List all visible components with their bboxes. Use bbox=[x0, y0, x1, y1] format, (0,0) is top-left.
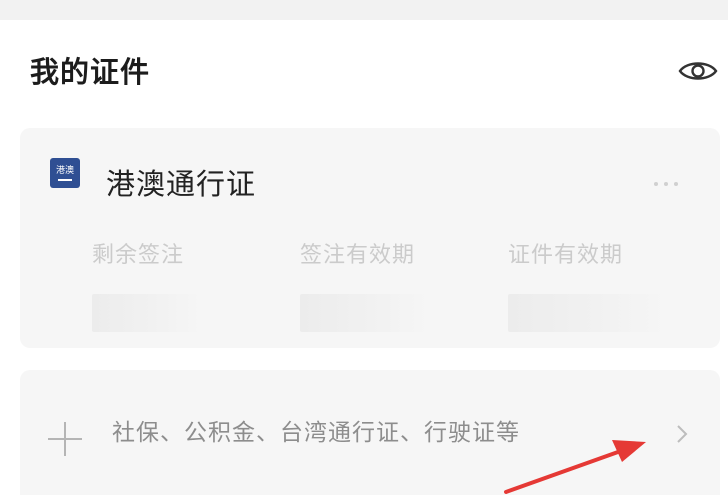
visibility-toggle-button[interactable] bbox=[676, 54, 720, 88]
masked-value bbox=[92, 294, 202, 332]
field-document-validity: 证件有效期 bbox=[508, 242, 708, 332]
masked-value bbox=[300, 294, 430, 332]
add-document-label: 社保、公积金、台湾通行证、行驶证等 bbox=[112, 420, 520, 446]
field-label: 签注有效期 bbox=[300, 243, 416, 268]
chevron-right-icon bbox=[672, 422, 692, 446]
field-label: 证件有效期 bbox=[508, 243, 624, 268]
more-options-button[interactable] bbox=[642, 174, 690, 194]
hk-macau-pass-card[interactable]: 港澳 港澳通行证 剩余签注 签注有效期 证件有效期 bbox=[20, 128, 720, 348]
top-strip bbox=[0, 0, 728, 20]
field-label: 剩余签注 bbox=[92, 243, 185, 268]
pass-badge-text: 港澳 bbox=[55, 165, 74, 176]
field-endorsement-validity: 签注有效期 bbox=[300, 242, 500, 332]
field-remaining-endorsements: 剩余签注 bbox=[92, 242, 292, 332]
pass-badge-icon: 港澳 bbox=[50, 158, 80, 188]
masked-value bbox=[508, 294, 668, 332]
add-document-row[interactable]: 社保、公积金、台湾通行证、行驶证等 bbox=[20, 370, 720, 495]
more-dots-icon bbox=[654, 182, 658, 186]
eye-icon bbox=[678, 62, 718, 80]
documents-page: 我的证件 港澳 港澳通行证 剩余签注 签注有效期 证件有效期 社保、公积金、台湾… bbox=[0, 20, 728, 495]
plus-icon bbox=[48, 422, 82, 456]
section-title: 我的证件 bbox=[30, 55, 151, 89]
pass-card-title: 港澳通行证 bbox=[106, 167, 257, 201]
